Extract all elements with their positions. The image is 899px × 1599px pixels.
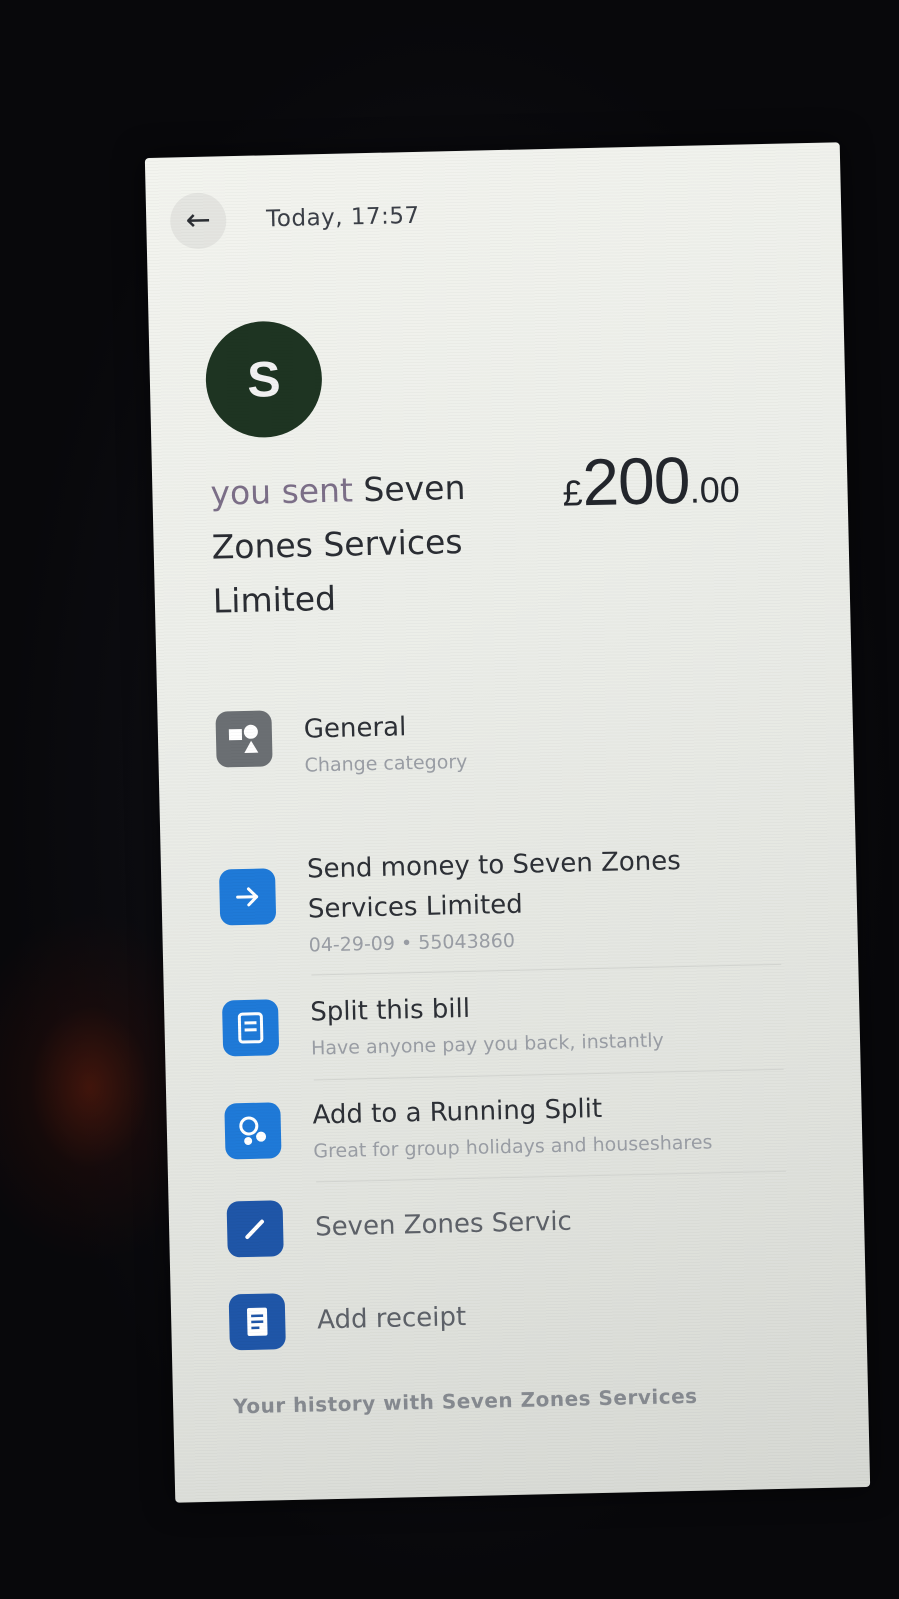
group-split-icon: [224, 1102, 282, 1160]
category-row[interactable]: General Change category: [215, 699, 776, 784]
send-money-title: Send money to Seven Zones Services Limit…: [306, 846, 682, 925]
top-bar: ← Today, 17:57: [169, 188, 421, 250]
arrow-left-icon: ←: [185, 202, 212, 239]
pencil-icon: [226, 1200, 284, 1258]
running-split-row[interactable]: Add to a Running Split Great for group h…: [224, 1085, 785, 1170]
notes-row[interactable]: Seven Zones Servic: [226, 1189, 788, 1258]
avatar-initial: S: [246, 351, 282, 408]
amount-currency: £: [562, 472, 584, 514]
add-receipt-row[interactable]: Add receipt: [228, 1282, 790, 1351]
payee-avatar: S: [204, 320, 324, 439]
amount-whole: 200: [581, 442, 691, 520]
divider: [313, 1068, 784, 1081]
amount-decimal: .00: [689, 468, 741, 511]
transaction-amount: £200.00: [561, 441, 740, 521]
history-section-title: Your history with Seven Zones Services: [232, 1383, 698, 1419]
split-bill-icon: [221, 999, 280, 1057]
send-money-row[interactable]: Send money to Seven Zones Services Limit…: [218, 839, 781, 964]
add-receipt-title: Add receipt: [316, 1302, 467, 1336]
headline-prefix: you sent: [210, 470, 354, 513]
divider: [316, 1170, 786, 1183]
notes-title: Seven Zones Servic: [314, 1206, 573, 1243]
phone-screen: ← Today, 17:57 S you sent Seven Zones Se…: [144, 142, 871, 1503]
back-button[interactable]: ←: [169, 192, 227, 250]
transaction-headline: you sent Seven Zones Services Limited: [210, 460, 514, 629]
arrow-right-icon: [218, 868, 277, 926]
divider: [311, 963, 782, 976]
category-shapes-icon: [215, 710, 273, 768]
receipt-icon: [228, 1293, 286, 1351]
transaction-timestamp: Today, 17:57: [265, 202, 420, 233]
split-bill-row[interactable]: Split this bill Have anyone pay you back…: [221, 982, 783, 1067]
